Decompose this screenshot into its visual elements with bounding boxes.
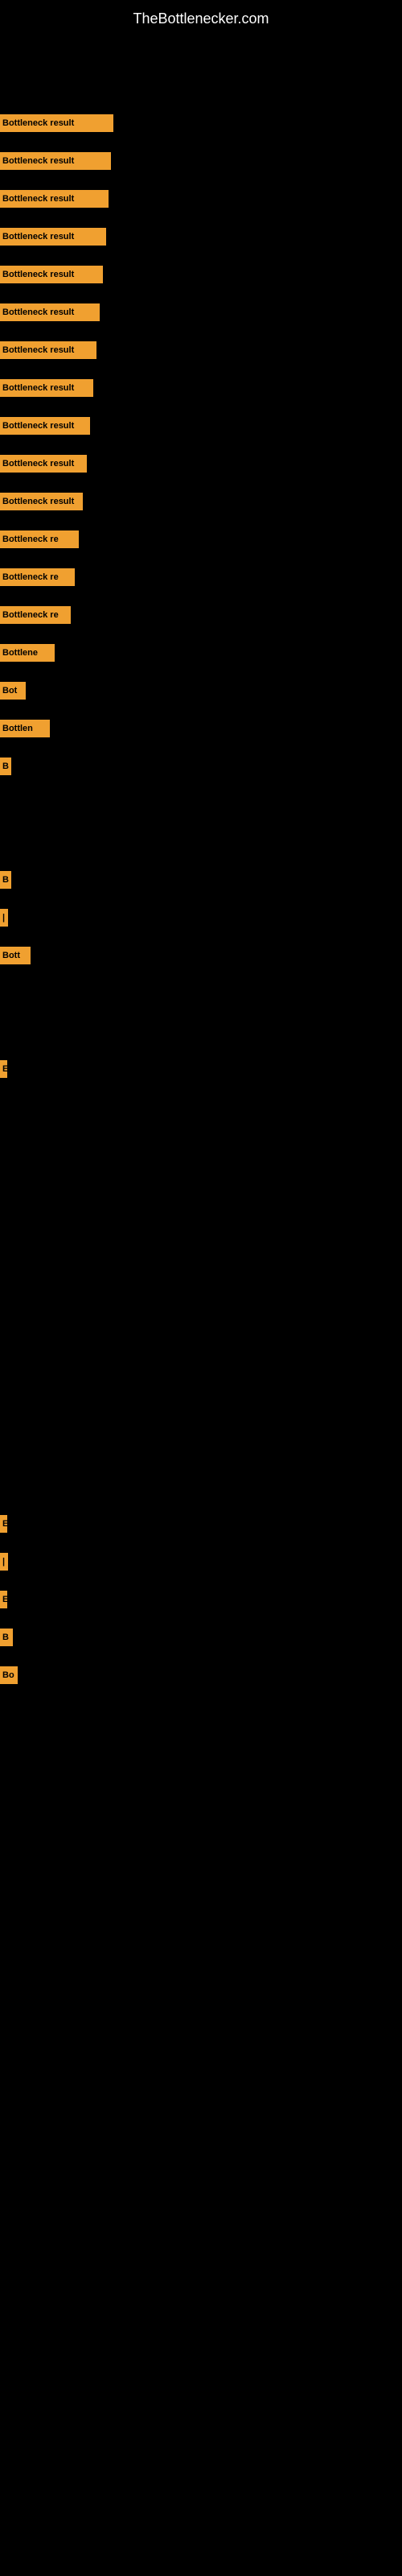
bottleneck-label: Bottleneck re xyxy=(2,535,59,544)
bottleneck-label: B xyxy=(2,762,9,771)
bottleneck-label: Bottleneck result xyxy=(2,421,74,431)
bottleneck-label: Bottleneck re xyxy=(2,572,59,582)
bottleneck-label: Bottleneck result xyxy=(2,118,74,128)
bottleneck-bar: Bottleneck re xyxy=(0,568,75,586)
bottleneck-label: E xyxy=(2,1595,7,1604)
bottleneck-label: Bottleneck result xyxy=(2,459,74,469)
bottleneck-bar: E xyxy=(0,1060,7,1078)
bottleneck-bar: Bottleneck result xyxy=(0,114,113,132)
bottleneck-label: Bottleneck result xyxy=(2,345,74,355)
bottleneck-bar: Bottleneck result xyxy=(0,455,87,473)
bottleneck-bar: Bottlen xyxy=(0,720,50,737)
bottleneck-label: B xyxy=(2,875,9,885)
bottleneck-bar: Bot xyxy=(0,682,26,700)
bottleneck-label: | xyxy=(2,913,5,923)
bottleneck-bar: | xyxy=(0,1553,8,1571)
bottleneck-label: Bottleneck result xyxy=(2,270,74,279)
bottleneck-bar: Bottleneck result xyxy=(0,303,100,321)
bottleneck-label: Bo xyxy=(2,1670,14,1680)
bottleneck-label: Bottleneck result xyxy=(2,497,74,506)
bottleneck-label: Bottleneck result xyxy=(2,156,74,166)
bottleneck-bar: Bottleneck result xyxy=(0,190,109,208)
bottleneck-bar: B xyxy=(0,758,11,775)
bottleneck-bar: E xyxy=(0,1591,7,1608)
bottleneck-label: Bottleneck result xyxy=(2,194,74,204)
bottleneck-label: Bott xyxy=(2,951,20,960)
bottleneck-bar: Bottleneck re xyxy=(0,530,79,548)
bottleneck-label: E xyxy=(2,1519,7,1529)
bottleneck-bar: Bottleneck result xyxy=(0,266,103,283)
bottleneck-bar: Bo xyxy=(0,1666,18,1684)
bottleneck-label: Bottlene xyxy=(2,648,38,658)
bottleneck-bar: Bottlene xyxy=(0,644,55,662)
bottleneck-bar: E xyxy=(0,1515,7,1533)
bottleneck-label: B xyxy=(2,1633,9,1642)
bottleneck-label: Bottleneck re xyxy=(2,610,59,620)
bottleneck-bar: Bottleneck result xyxy=(0,341,96,359)
site-title: TheBottlenecker.com xyxy=(0,4,402,34)
bottleneck-bar: Bottleneck result xyxy=(0,379,93,397)
bottleneck-label: E xyxy=(2,1064,7,1074)
bottleneck-bar: | xyxy=(0,909,8,927)
bottleneck-bar: Bottleneck result xyxy=(0,228,106,246)
bottleneck-label: Bot xyxy=(2,686,17,696)
bottleneck-label: Bottleneck result xyxy=(2,308,74,317)
bottleneck-label: Bottleneck result xyxy=(2,232,74,242)
bottleneck-bar: Bott xyxy=(0,947,31,964)
bottleneck-bar: Bottleneck re xyxy=(0,606,71,624)
bottleneck-label: Bottlen xyxy=(2,724,33,733)
bottleneck-bar: Bottleneck result xyxy=(0,152,111,170)
bottleneck-bar: Bottleneck result xyxy=(0,417,90,435)
bottleneck-label: | xyxy=(2,1557,5,1567)
bottleneck-bar: B xyxy=(0,871,11,889)
bottleneck-bar: B xyxy=(0,1629,13,1646)
bottleneck-label: Bottleneck result xyxy=(2,383,74,393)
bottleneck-bar: Bottleneck result xyxy=(0,493,83,510)
